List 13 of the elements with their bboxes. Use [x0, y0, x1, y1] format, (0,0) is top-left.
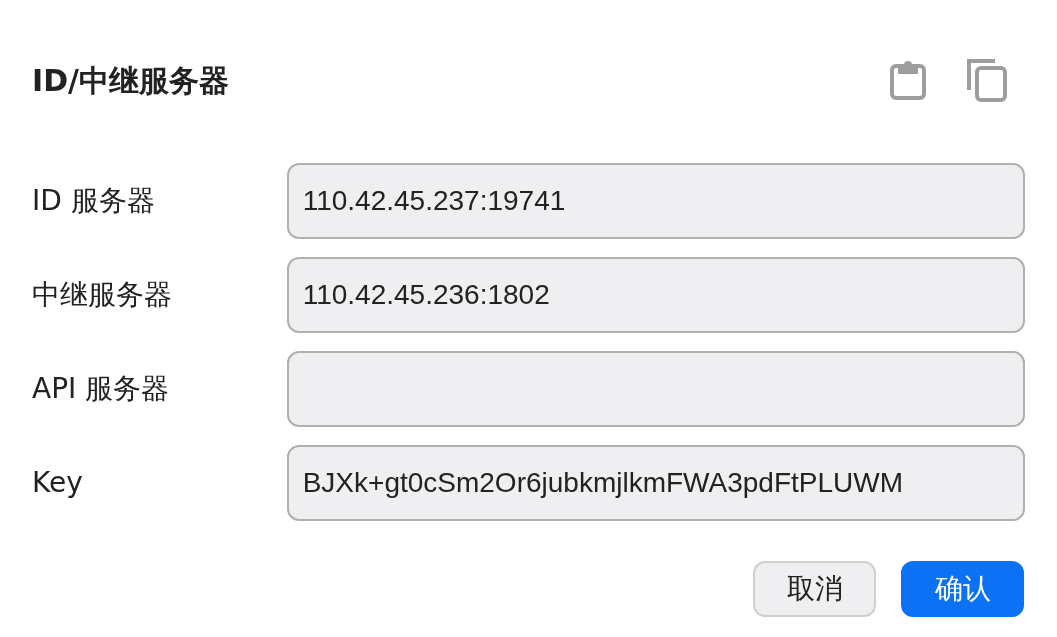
copy-icon[interactable]: [967, 58, 1007, 102]
input-field[interactable]: [286, 351, 1025, 427]
field-label: API 服务器: [32, 371, 171, 407]
cancel-button[interactable]: 取消: [753, 561, 876, 617]
field-label: Key: [32, 465, 84, 501]
field-label: ID 服务器: [32, 183, 156, 219]
confirm-button[interactable]: 确认: [901, 561, 1024, 617]
dialog-title: ID/中继服务器: [32, 61, 230, 100]
clipboard-icon[interactable]: [889, 60, 927, 100]
field-label: 中继服务器: [32, 277, 173, 313]
input-field[interactable]: 110.42.45.237:19741: [286, 163, 1025, 239]
input-field[interactable]: 110.42.45.236:1802: [286, 257, 1025, 333]
input-field[interactable]: BJXk+gt0cSm2Or6jubkmjlkmFWA3pdFtPLUWM: [286, 445, 1025, 521]
